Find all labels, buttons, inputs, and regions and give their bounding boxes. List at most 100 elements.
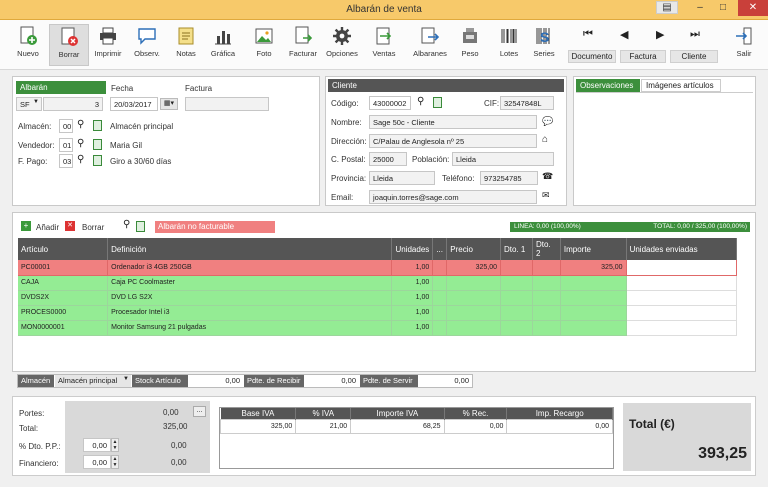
table-row[interactable]: CAJA Caja PC Coolmaster 1,00: [18, 275, 738, 291]
invoice-nav-button[interactable]: Factura: [620, 50, 666, 63]
table-row[interactable]: MON0000001 Monitor Samsung 21 pulgadas 1,0…: [18, 320, 738, 336]
previous-record-icon[interactable]: ◀: [620, 28, 628, 41]
search-icon[interactable]: ⚲: [77, 154, 84, 165]
sales-button[interactable]: Ventas: [364, 24, 404, 66]
table-cell[interactable]: 1,00: [391, 260, 434, 276]
column-header[interactable]: Artículo: [18, 238, 109, 260]
table-cell[interactable]: [560, 320, 627, 336]
table-cell[interactable]: [432, 290, 448, 306]
search-icon[interactable]: ⚲: [77, 138, 84, 149]
delete-button[interactable]: Borrar: [49, 24, 89, 66]
table-cell[interactable]: [560, 275, 627, 291]
table-cell[interactable]: 325,00: [560, 260, 627, 276]
portes-more-button[interactable]: ...: [193, 406, 206, 417]
column-header[interactable]: Importe: [560, 238, 627, 260]
detail-icon[interactable]: [433, 97, 442, 108]
spinner-icon[interactable]: ▲ ▼: [111, 455, 119, 469]
search-icon[interactable]: ⚲: [417, 96, 424, 107]
table-cell[interactable]: Ordenador i3 4GB 250GB: [107, 260, 393, 276]
client-nav-button[interactable]: Cliente: [670, 50, 718, 63]
options-button[interactable]: Opciones: [322, 24, 362, 66]
table-cell[interactable]: [532, 275, 561, 291]
table-cell[interactable]: [446, 305, 502, 321]
table-cell[interactable]: [446, 320, 502, 336]
spinner-icon[interactable]: ▲ ▼: [111, 438, 119, 452]
dtopp-field[interactable]: 0,00: [83, 438, 111, 452]
tab-observaciones[interactable]: Observaciones: [576, 79, 640, 92]
telefono-field[interactable]: 973254785: [480, 171, 538, 185]
cpostal-field[interactable]: 25000: [369, 152, 407, 166]
home-icon[interactable]: ⌂: [542, 134, 548, 145]
table-cell[interactable]: [500, 305, 533, 321]
table-row[interactable]: PC00001 Ordenador i3 4GB 250GB 1,00 325,00 3…: [18, 260, 738, 276]
table-cell[interactable]: [626, 260, 738, 276]
table-cell[interactable]: 1,00: [391, 275, 434, 291]
poblacion-field[interactable]: Lleida: [452, 152, 554, 166]
stock-almacen-select[interactable]: Almacén principal: [55, 375, 131, 387]
table-cell[interactable]: [500, 320, 533, 336]
column-header[interactable]: Definición: [107, 238, 393, 260]
delete-line-button[interactable]: Borrar: [82, 223, 104, 232]
table-cell[interactable]: PC00001: [18, 260, 109, 276]
print-button[interactable]: Imprimir: [88, 24, 128, 66]
table-cell[interactable]: [626, 275, 738, 291]
table-cell[interactable]: 325,00: [446, 260, 502, 276]
table-row[interactable]: PROCES0000 Procesador Intel i3 1,00: [18, 305, 738, 321]
add-line-button[interactable]: Añadir: [36, 223, 59, 232]
vendedor-code-field[interactable]: 01: [59, 138, 73, 152]
delivery-notes-button[interactable]: Albaranes: [408, 24, 452, 66]
observations-text-area[interactable]: [576, 92, 753, 202]
column-header[interactable]: ...: [432, 238, 448, 260]
table-cell[interactable]: [432, 275, 448, 291]
table-cell[interactable]: [500, 275, 533, 291]
table-cell[interactable]: Monitor Samsung 21 pulgadas: [107, 320, 393, 336]
column-header[interactable]: Dto. 2: [532, 238, 561, 260]
factura-field[interactable]: [185, 97, 269, 111]
table-cell[interactable]: 1,00: [391, 305, 434, 321]
calendar-icon[interactable]: ▦▾: [160, 98, 178, 110]
cif-field[interactable]: 32547848L: [500, 96, 554, 110]
weight-button[interactable]: Peso: [450, 24, 490, 66]
table-cell[interactable]: [532, 305, 561, 321]
exit-button[interactable]: Salir: [724, 24, 764, 66]
table-cell[interactable]: [626, 290, 738, 306]
table-cell[interactable]: [432, 320, 448, 336]
table-cell[interactable]: PROCES0000: [18, 305, 109, 321]
table-cell[interactable]: [532, 320, 561, 336]
table-cell[interactable]: [432, 305, 448, 321]
detail-icon[interactable]: [93, 155, 102, 166]
chart-button[interactable]: Gráfica: [203, 24, 243, 66]
table-cell[interactable]: [500, 260, 533, 276]
email-field[interactable]: joaquin.torres@sage.com: [369, 190, 537, 204]
delete-line-icon[interactable]: ✕: [65, 221, 75, 231]
document-nav-button[interactable]: Documento: [568, 50, 616, 63]
nombre-field[interactable]: Sage 50c - Cliente: [369, 115, 537, 129]
search-icon[interactable]: ⚲: [123, 219, 130, 230]
lots-button[interactable]: Lotes: [489, 24, 529, 66]
column-header[interactable]: Unidades: [391, 238, 434, 260]
table-cell[interactable]: Procesador Intel i3: [107, 305, 393, 321]
direccion-field[interactable]: C/Palau de Anglesola nº 25: [369, 134, 537, 148]
table-cell[interactable]: [626, 320, 738, 336]
table-cell[interactable]: [500, 290, 533, 306]
table-cell[interactable]: [532, 290, 561, 306]
table-cell[interactable]: [560, 290, 627, 306]
observations-button[interactable]: Observ.: [127, 24, 167, 66]
mail-icon[interactable]: ✉: [542, 190, 550, 201]
table-cell[interactable]: [626, 305, 738, 321]
fpago-code-field[interactable]: 03: [59, 154, 73, 168]
table-cell[interactable]: [560, 305, 627, 321]
table-cell[interactable]: Caja PC Coolmaster: [107, 275, 393, 291]
table-cell[interactable]: DVDS2X: [18, 290, 109, 306]
table-cell[interactable]: MON0000001: [18, 320, 109, 336]
series-button[interactable]: S Series: [524, 24, 564, 66]
table-cell[interactable]: DVD LG S2X: [107, 290, 393, 306]
table-cell[interactable]: [446, 275, 502, 291]
add-icon[interactable]: +: [21, 221, 31, 231]
table-row[interactable]: 325,00 21,00 68,25 0,00 0,00: [219, 419, 613, 434]
last-record-icon[interactable]: ⏭: [690, 28, 700, 41]
new-button[interactable]: Nuevo: [8, 24, 48, 66]
column-header[interactable]: Dto. 1: [500, 238, 533, 260]
fecha-field[interactable]: 20/03/2017: [110, 97, 158, 111]
next-record-icon[interactable]: ▶: [656, 28, 664, 41]
